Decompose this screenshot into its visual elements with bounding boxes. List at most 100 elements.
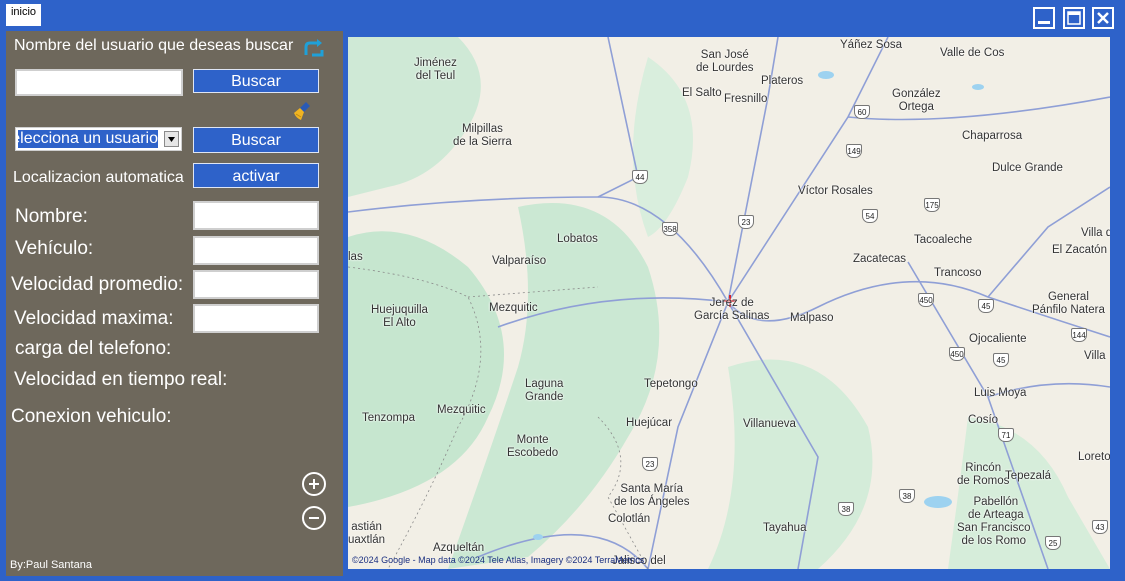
map-place-label: Tepetongo <box>644 378 698 390</box>
map-place-label: Villa <box>1084 350 1106 362</box>
map-place-label: Laguna Grande <box>525 378 564 403</box>
map-place-label: General Pánfilo Natera <box>1032 291 1105 316</box>
user-select-value: Selecciona un usuario <box>18 130 158 148</box>
vehiculo-field[interactable] <box>193 236 319 265</box>
map-copyright: ©2024 Google - Map data ©2024 Tele Atlas… <box>352 555 645 565</box>
map-place-label: Huejuquilla El Alto <box>371 304 428 329</box>
route-shield: 38 <box>899 489 915 503</box>
chevron-down-icon[interactable] <box>164 131 179 147</box>
map-place-label: San José de Lourdes <box>696 49 754 74</box>
map-place-label: Santa María de los Ángeles <box>614 483 690 508</box>
refresh-icon[interactable] <box>302 37 326 59</box>
zoom-out-button[interactable] <box>302 506 326 530</box>
map-place-label: Jiménez del Teul <box>414 57 457 82</box>
map-place-label: Dulce Grande <box>992 162 1063 174</box>
user-select[interactable]: Selecciona un usuario <box>15 127 182 151</box>
minus-icon <box>309 517 319 519</box>
map-place-label: Malpaso <box>790 312 834 324</box>
title-bar: inicio <box>0 0 1125 32</box>
nombre-label: Nombre: <box>15 206 88 227</box>
route-shield: 45 <box>993 353 1009 367</box>
map-place-label: Lobatos <box>557 233 598 245</box>
map-place-label: Colotlán <box>608 513 651 525</box>
conexion-vehiculo-label: Conexion vehiculo: <box>11 406 172 427</box>
select-search-button[interactable]: Buscar <box>193 127 319 153</box>
search-button[interactable]: Buscar <box>193 69 319 93</box>
map-place-label: Chaparrosa <box>962 130 1023 142</box>
route-shield: 149 <box>846 144 862 158</box>
close-icon <box>1097 12 1109 24</box>
map-place-label: Villa d <box>1081 227 1110 239</box>
author-credit: By:Paul Santana <box>10 559 92 571</box>
map-place-label: Tayahua <box>763 522 807 534</box>
map-place-label: Milpillas de la Sierra <box>453 123 512 148</box>
velocidad-promedio-label: Velocidad promedio: <box>11 274 184 295</box>
map-place-label: Tacoaleche <box>914 234 973 246</box>
route-shield: 54 <box>862 209 878 223</box>
map-place-label: El Salto <box>682 87 722 99</box>
map-place-label: Cosío <box>968 414 999 426</box>
plus-icon <box>309 479 319 489</box>
map-place-label: Plateros <box>761 75 804 87</box>
velocidad-tiempo-real-label: Velocidad en tiempo real: <box>14 369 228 390</box>
map-place-label: Jerez de García Salinas <box>694 297 770 322</box>
route-shield: 23 <box>738 215 754 229</box>
activate-button[interactable]: activar <box>193 163 319 188</box>
broom-icon[interactable] <box>292 100 314 122</box>
zoom-in-button[interactable] <box>302 472 326 496</box>
carga-telefono-label: carga del telefono: <box>15 338 172 359</box>
map-place-label: Fresnillo <box>724 93 768 105</box>
map-place-label: Tenzompa <box>362 412 416 424</box>
maximize-button[interactable] <box>1063 7 1085 29</box>
route-shield: 71 <box>998 428 1014 442</box>
map-place-label: González Ortega <box>892 88 941 113</box>
nombre-field[interactable] <box>193 201 319 230</box>
maximize-icon <box>1067 11 1081 25</box>
search-input[interactable] <box>15 69 183 96</box>
minimize-icon <box>1038 21 1050 24</box>
map-place-label: Pabellón de Arteaga <box>968 496 1024 521</box>
map-place-label: Ojocaliente <box>969 333 1027 345</box>
map-place-label: San Francisco de los Romo <box>957 522 1031 547</box>
map-place-label: Víctor Rosales <box>798 185 873 197</box>
map-place-label: Luis Moya <box>974 387 1027 399</box>
route-shield: 25 <box>1045 536 1061 550</box>
route-shield: 38 <box>838 502 854 516</box>
route-shield: 45 <box>978 299 994 313</box>
velocidad-promedio-field[interactable] <box>193 270 319 299</box>
velocidad-maxima-field[interactable] <box>193 304 319 333</box>
route-shield: 43 <box>1092 520 1108 534</box>
close-button[interactable] <box>1092 7 1114 29</box>
map-place-label: Huejúcar <box>626 417 673 429</box>
app-window: inicio Nombre del usuario que deseas bus… <box>0 0 1125 581</box>
route-shield: 358 <box>662 222 678 236</box>
tab-inicio[interactable]: inicio <box>6 4 41 26</box>
map-place-label: El Zacatón <box>1052 244 1107 256</box>
route-shield: 44 <box>632 170 648 184</box>
route-shield: 60 <box>854 105 870 119</box>
route-shield: 144 <box>1071 328 1087 342</box>
map-place-label: Tepezalá <box>1005 470 1052 482</box>
map-place-label: Mezquitic <box>437 404 486 416</box>
map-place-label: Azqueltán <box>433 542 485 554</box>
search-prompt-label: Nombre del usuario que deseas buscar <box>14 37 294 54</box>
map-place-label: Monte Escobedo <box>507 434 559 459</box>
map-place-label: las <box>348 251 363 263</box>
map-place-label: Rincón de Romos <box>957 462 1010 487</box>
map-place-label: Valle de Cos <box>940 47 1005 59</box>
map-place-label: astián uaxtlán <box>348 521 386 546</box>
minimize-button[interactable] <box>1033 7 1055 29</box>
map-place-label: Yáñez Sosa <box>840 39 903 51</box>
route-shield: 450 <box>949 347 965 361</box>
map-place-label: Trancoso <box>934 267 982 279</box>
vehiculo-label: Vehículo: <box>15 238 94 259</box>
map-place-label: Loreto <box>1078 451 1110 463</box>
map-view[interactable]: Yáñez Sosa San José de Lourdes Jiménez del T… <box>348 37 1110 569</box>
route-shield: 175 <box>924 198 940 212</box>
map-place-label: Villanueva <box>743 418 796 430</box>
map-place-label: Zacatecas <box>853 253 907 265</box>
velocidad-maxima-label: Velocidad maxima: <box>14 308 174 329</box>
auto-location-label: Localizacion automatica <box>13 169 184 186</box>
map-place-label: Mezquitic <box>489 302 538 314</box>
map-place-label: Valparaíso <box>492 255 547 267</box>
